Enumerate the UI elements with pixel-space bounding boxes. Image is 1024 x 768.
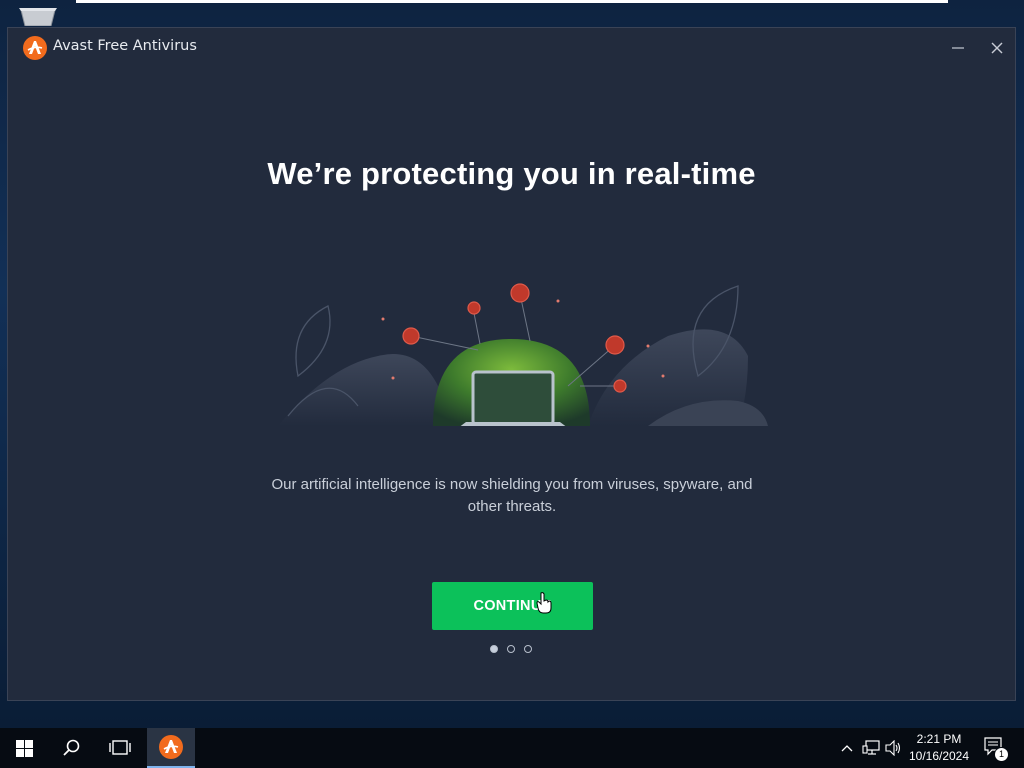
close-icon [991,42,1003,54]
pager-dot-3[interactable] [524,645,532,653]
windows-icon [15,739,33,757]
task-view-button[interactable] [96,728,144,768]
title-bar[interactable]: Avast Free Antivirus [8,28,1015,68]
hand-cursor-icon [536,592,552,614]
window-title: Avast Free Antivirus [53,38,197,54]
recycle-bin-icon[interactable] [18,6,58,26]
volume-button[interactable] [885,739,903,757]
chevron-up-icon [841,745,853,752]
task-view-icon [109,740,131,755]
pager-dots [490,645,532,653]
avast-icon [159,735,183,759]
minimize-button[interactable] [943,34,973,62]
clock-time: 2:21 PM [916,732,962,746]
avast-logo-icon [23,36,47,60]
pager-dot-1[interactable] [490,645,498,653]
network-icon [862,740,880,755]
search-icon [63,739,80,756]
show-hidden-icons-button[interactable] [838,739,856,757]
notification-count-badge: 1 [994,747,1009,762]
start-button[interactable] [0,728,48,768]
continue-button[interactable]: CONTINUE [432,582,593,630]
onboarding-description: Our artificial intelligence is now shiel… [271,476,753,515]
pager-dot-2[interactable] [507,645,515,653]
protection-illustration [278,283,768,426]
avast-window: Avast Free Antivirus We’re protecting yo… [7,27,1016,701]
background-window-edge [76,0,948,3]
volume-icon [885,740,901,756]
minimize-icon [952,47,964,49]
action-center-button[interactable]: 1 [980,734,1009,762]
taskbar-avast-button[interactable] [147,728,195,768]
taskbar: 2:21 PM 10/16/2024 1 [0,728,1024,768]
close-button[interactable] [982,34,1012,62]
search-button[interactable] [48,728,96,768]
taskbar-clock[interactable]: 2:21 PM 10/16/2024 [905,731,973,765]
clock-date: 10/16/2024 [908,749,970,763]
page-title: We’re protecting you in real-time [267,156,756,191]
network-button[interactable] [862,739,880,757]
